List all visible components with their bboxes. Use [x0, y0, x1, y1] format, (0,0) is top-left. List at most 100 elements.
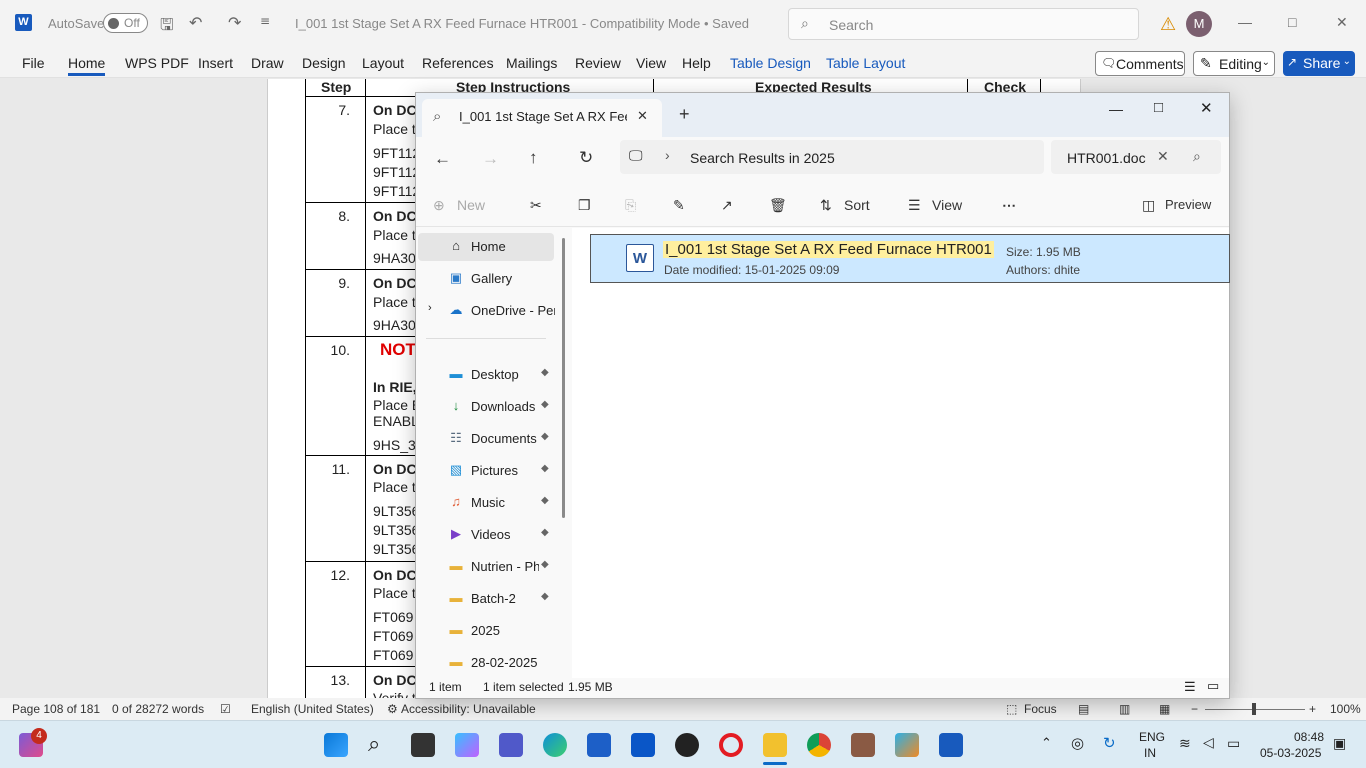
tab-wps-pdf[interactable]: WPS PDF [125, 55, 189, 71]
nav-item-documents[interactable]: ☷ Documents ◆ [416, 425, 556, 453]
save-icon[interactable]: 🖫 [160, 14, 174, 41]
chrome-icon[interactable] [807, 733, 831, 757]
address-bar[interactable]: 🖵 › Search Results in 2025 [620, 140, 1044, 174]
tab-insert[interactable]: Insert [198, 55, 233, 71]
store-icon[interactable] [587, 733, 611, 757]
search-icon[interactable]: ⌕ [368, 731, 380, 757]
tab-layout[interactable]: Layout [362, 55, 404, 71]
undo-icon[interactable]: ↶ [189, 13, 202, 32]
nav-item-desktop[interactable]: ▬ Desktop ◆ [416, 361, 556, 389]
editing-mode-button[interactable]: ✎ Editing ⌄ [1193, 51, 1275, 76]
nav-item-downloads[interactable]: ↓ Downloads ◆ [416, 393, 556, 421]
customize-qat-icon[interactable]: ≡ [260, 14, 270, 28]
tiles-view-icon[interactable]: ▭ [1207, 678, 1219, 694]
edge-icon[interactable] [543, 733, 567, 757]
opera-icon[interactable] [719, 733, 743, 757]
tab-design[interactable]: Design [302, 55, 346, 71]
nav-scrollbar[interactable] [562, 238, 565, 518]
copy-icon[interactable]: ❐ [578, 197, 591, 214]
start-icon[interactable] [324, 733, 348, 757]
focus-button[interactable]: Focus [1024, 702, 1057, 716]
minimize-icon[interactable]: — [1109, 101, 1123, 117]
nav-item-folder[interactable]: ▬ Nutrien - Pha◆ [416, 553, 556, 581]
tab-home[interactable]: Home [68, 55, 106, 76]
notifications-icon[interactable]: ▣ [1333, 735, 1346, 752]
document-title[interactable]: I_001 1st Stage Set A RX Feed Furnace HT… [295, 16, 749, 31]
wifi-icon[interactable]: ≋ [1179, 735, 1191, 752]
app-icon[interactable] [851, 733, 875, 757]
refresh-icon[interactable]: ↻ [579, 148, 593, 168]
tab-table-design[interactable]: Table Design [730, 55, 811, 71]
preview-button[interactable]: Preview [1165, 197, 1211, 212]
warning-icon[interactable]: ⚠ [1160, 14, 1176, 35]
explorer-search-input[interactable]: HTR001.doc ✕ ⌕ [1051, 140, 1221, 174]
breadcrumb-chevron-icon[interactable]: › [665, 147, 670, 163]
nav-item-folder[interactable]: ▬ 2025 [416, 617, 556, 645]
share-button[interactable]: ↗ Share ⌄ [1283, 51, 1355, 76]
autosave-toggle[interactable]: Off [103, 13, 148, 33]
nav-item-folder[interactable]: ▬ 28-02-2025 [416, 649, 556, 671]
sync-icon[interactable]: ↻ [1103, 734, 1116, 752]
rename-icon[interactable]: ✎ [673, 197, 685, 214]
share-icon[interactable]: ↗ [721, 197, 733, 214]
avatar[interactable]: M [1186, 11, 1212, 37]
more-options-icon[interactable]: ⋯ [1002, 197, 1016, 214]
show-hidden-icons-icon[interactable]: ⌃ [1041, 735, 1052, 751]
zoom-out-icon[interactable]: − [1191, 702, 1198, 716]
close-tab-icon[interactable]: ✕ [637, 108, 648, 124]
teams-icon[interactable] [499, 733, 523, 757]
comments-button[interactable]: 🗨 Comments [1095, 51, 1185, 76]
search-input[interactable]: ⌕ Search [788, 8, 1139, 40]
new-tab-icon[interactable]: + [679, 104, 690, 125]
tab-references[interactable]: References [422, 55, 494, 71]
delete-icon[interactable]: 🗑 [769, 197, 787, 214]
power-automate-icon[interactable] [631, 733, 655, 757]
clock-date[interactable]: 05-03-2025 [1260, 746, 1321, 760]
zoom-in-icon[interactable]: + [1309, 702, 1316, 716]
language-status[interactable]: English (United States) [251, 702, 374, 716]
tab-help[interactable]: Help [682, 55, 711, 71]
search-icon[interactable]: ⌕ [1193, 148, 1201, 165]
explorer-tab[interactable]: ⌕ I_001 1st Stage Set A RX Feed F ✕ [422, 99, 662, 137]
input-language[interactable]: ENG [1139, 730, 1165, 744]
tab-table-layout[interactable]: Table Layout [826, 55, 905, 71]
zoom-level[interactable]: 100% [1330, 702, 1361, 716]
word-icon[interactable] [939, 733, 963, 757]
minimize-icon[interactable]: — [1238, 14, 1252, 30]
expand-chevron-icon[interactable]: › [428, 302, 432, 314]
read-mode-icon[interactable]: ▤ [1078, 702, 1089, 716]
maximize-icon[interactable]: □ [1154, 99, 1163, 116]
tab-review[interactable]: Review [575, 55, 621, 71]
battery-icon[interactable]: ▭ [1227, 735, 1240, 752]
close-icon[interactable]: ✕ [1200, 99, 1213, 117]
back-icon[interactable]: ← [434, 149, 451, 169]
details-view-icon[interactable]: ☰ [1184, 679, 1196, 695]
up-icon[interactable]: ↑ [529, 148, 538, 168]
maximize-icon[interactable]: □ [1288, 14, 1296, 30]
new-button[interactable]: New [457, 197, 485, 213]
copilot-icon[interactable] [455, 733, 479, 757]
nav-item-onedrive[interactable]: › ☁ OneDrive - Perso [416, 297, 556, 325]
tab-mailings[interactable]: Mailings [506, 55, 557, 71]
zoom-slider-thumb[interactable] [1252, 703, 1256, 715]
cut-icon[interactable]: ✂ [530, 197, 542, 214]
view-button[interactable]: View [932, 197, 962, 213]
tab-file[interactable]: File [22, 55, 45, 71]
dell-icon[interactable] [675, 733, 699, 757]
file-list-item[interactable]: W I_001 1st Stage Set A RX Feed Furnace … [590, 234, 1230, 283]
file-explorer-icon[interactable] [763, 733, 787, 757]
navigation-pane[interactable]: ⌂ Home ▣ Gallery › ☁ OneDrive - Perso ▬Deskt… [416, 228, 572, 678]
tab-view[interactable]: View [636, 55, 666, 71]
app-icon[interactable] [895, 733, 919, 757]
close-icon[interactable]: ✕ [1336, 14, 1348, 31]
print-layout-icon[interactable]: ▥ [1119, 702, 1130, 716]
file-explorer-window[interactable]: ⌕ I_001 1st Stage Set A RX Feed F ✕ + — … [415, 92, 1230, 699]
sort-button[interactable]: Sort [844, 197, 870, 213]
redo-icon[interactable]: ↷ [228, 13, 241, 32]
nav-item-videos[interactable]: ▶ Videos ◆ [416, 521, 556, 549]
word-count[interactable]: 0 of 28272 words [112, 702, 204, 716]
nav-item-music[interactable]: ♫ Music ◆ [416, 489, 556, 517]
proofing-icon[interactable]: ☑ [220, 702, 231, 716]
web-layout-icon[interactable]: ▦ [1159, 702, 1170, 716]
input-region[interactable]: IN [1144, 746, 1156, 760]
